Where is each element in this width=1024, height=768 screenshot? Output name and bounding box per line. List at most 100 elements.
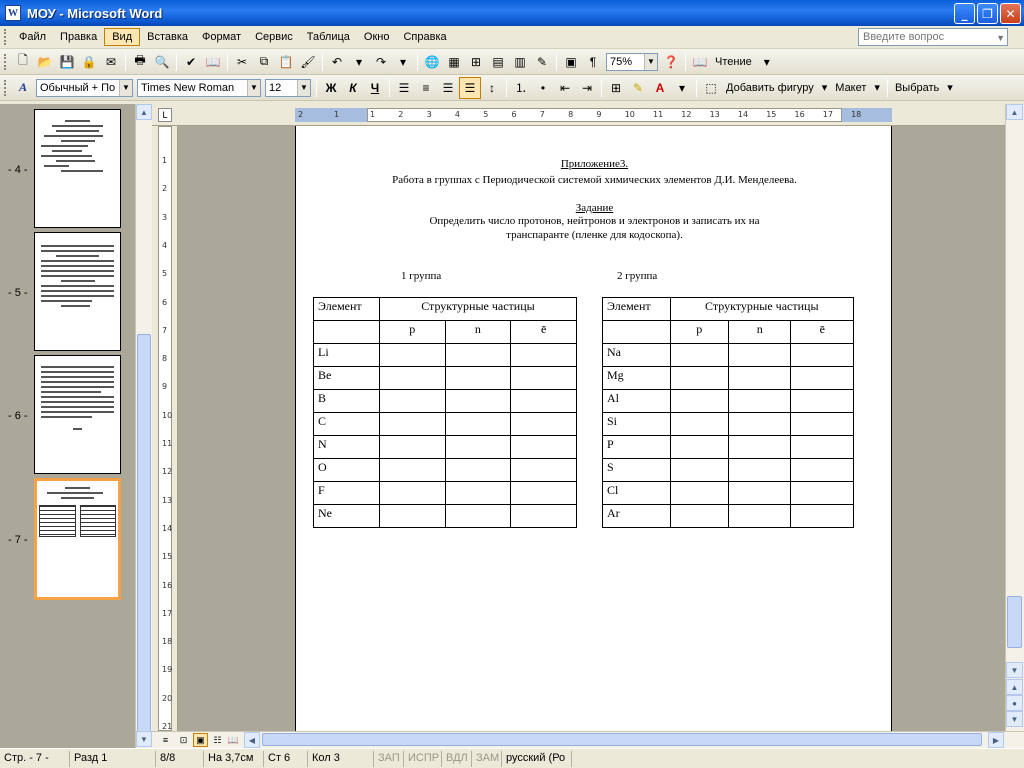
insert-excel-icon[interactable]: ▤ [487,51,509,73]
thumbnails-scrollbar[interactable]: ▲ ▼ [135,104,152,748]
empty-cell[interactable] [727,458,792,482]
horizontal-scrollbar[interactable]: ≡ ⊡ ▣ ☷ 📖 ◀ ▶ [152,731,1024,748]
columns-icon[interactable]: ▥ [509,51,531,73]
empty-cell[interactable] [669,366,729,390]
copy-icon[interactable]: ⧉ [253,51,275,73]
menu-edit[interactable]: Правка [53,29,104,45]
empty-cell[interactable] [378,366,446,390]
empty-cell[interactable] [790,412,854,436]
cut-icon[interactable]: ✂ [231,51,253,73]
scroll-thumb[interactable] [137,334,151,744]
empty-cell[interactable] [444,458,512,482]
help-icon[interactable]: ❓ [660,51,682,73]
scroll-down-icon[interactable]: ▼ [136,731,152,747]
font-color-icon[interactable]: A [649,77,671,99]
chevron-down-icon[interactable]: ▼ [996,33,1005,43]
bullets-icon[interactable]: • [532,77,554,99]
empty-cell[interactable] [669,389,729,413]
minimize-button[interactable]: _ [954,3,975,24]
menu-insert[interactable]: Вставка [140,29,195,45]
thumbnail-page-6[interactable] [34,355,121,474]
empty-cell[interactable] [727,412,792,436]
print-layout-icon[interactable]: ▣ [193,733,208,747]
empty-cell[interactable] [669,435,729,459]
format-painter-icon[interactable]: 🖌 [297,51,319,73]
empty-cell[interactable] [727,481,792,505]
menu-file[interactable]: Файл [12,29,53,45]
menu-window[interactable]: Окно [357,29,397,45]
scroll-up-icon[interactable]: ▲ [1006,104,1023,120]
previous-page-icon[interactable]: ▲ [1006,679,1023,695]
empty-cell[interactable] [510,389,577,413]
empty-cell[interactable] [444,343,512,367]
scroll-right-icon[interactable]: ▶ [988,732,1004,748]
empty-cell[interactable] [727,343,792,367]
save-icon[interactable]: 💾 [56,51,78,73]
chevron-down-icon[interactable]: ▾ [870,81,884,94]
empty-cell[interactable] [510,435,577,459]
thumbnail-page-7[interactable] [34,478,121,600]
research-icon[interactable]: 📖 [202,51,224,73]
chevron-down-icon[interactable]: ▼ [297,79,310,96]
hyperlink-icon[interactable]: 🌐 [421,51,443,73]
empty-cell[interactable] [669,458,729,482]
underline-button[interactable]: Ч [364,77,386,99]
undo-icon[interactable]: ↶ [326,51,348,73]
empty-cell[interactable] [727,435,792,459]
style-select[interactable]: Обычный + По ц ▼ [36,78,133,97]
help-search-input[interactable]: Введите вопрос ▼ [858,28,1008,46]
empty-cell[interactable] [378,343,446,367]
empty-cell[interactable] [669,504,729,528]
thumbnail-page-5[interactable] [34,232,121,351]
status-extend[interactable]: ВДЛ [442,750,472,767]
document-map-icon[interactable]: ▣ [560,51,582,73]
status-rec[interactable]: ЗАП [374,750,404,767]
scroll-thumb[interactable] [1007,596,1022,648]
toolbar-grip[interactable] [4,53,8,70]
horizontal-ruler[interactable]: L 2 1 1 2 3 4 5 6 7 8 9 10 11 12 13 14 15 16 17 18 [152,104,1005,126]
align-left-icon[interactable]: ☰ [393,77,415,99]
select-button[interactable]: Выбрать [891,82,943,94]
empty-cell[interactable] [378,435,446,459]
empty-cell[interactable] [444,366,512,390]
diagram-icon[interactable]: ⬚ [700,77,722,99]
bold-button[interactable]: Ж [320,77,342,99]
empty-cell[interactable] [444,389,512,413]
empty-cell[interactable] [444,412,512,436]
status-overtype[interactable]: ЗАМ [472,750,502,767]
toolbar-options-icon[interactable]: ▾ [671,77,693,99]
toolbar-options-icon[interactable]: ▾ [756,51,778,73]
empty-cell[interactable] [510,481,577,505]
tables-borders-icon[interactable]: ▦ [443,51,465,73]
empty-cell[interactable] [727,504,792,528]
open-folder-icon[interactable]: 📂 [34,51,56,73]
tab-selector-icon[interactable]: L [158,108,172,122]
menu-help[interactable]: Справка [396,29,453,45]
empty-cell[interactable] [790,389,854,413]
vertical-ruler[interactable]: 1 2 3 4 5 6 7 8 9 10 11 12 13 14 15 16 17 18 19 20 21 [152,126,178,731]
empty-cell[interactable] [727,389,792,413]
outline-view-icon[interactable]: ☷ [210,733,225,747]
empty-cell[interactable] [510,366,577,390]
empty-cell[interactable] [444,481,512,505]
scroll-down-icon[interactable]: ▼ [1006,662,1023,678]
word-app-icon[interactable]: W [5,5,21,21]
close-button[interactable]: ✕ [1000,3,1021,24]
empty-cell[interactable] [790,366,854,390]
empty-cell[interactable] [510,504,577,528]
font-size-select[interactable]: 12 ▼ [265,78,311,97]
document-scrollbar[interactable]: ▲ ▼ ▲ ● ▼ [1005,104,1024,731]
reading-view-icon[interactable]: 📖 [226,733,241,747]
print-icon[interactable]: 🖶 [129,51,151,73]
align-center-icon[interactable]: ≡ [415,77,437,99]
menu-table[interactable]: Таблица [300,29,357,45]
numbering-icon[interactable]: ⒈ [510,77,532,99]
chevron-down-icon[interactable]: ▼ [119,79,132,96]
empty-cell[interactable] [669,481,729,505]
scroll-left-icon[interactable]: ◀ [244,732,260,748]
empty-cell[interactable] [510,412,577,436]
show-formatting-icon[interactable]: ¶ [582,51,604,73]
italic-button[interactable]: К [342,77,364,99]
decrease-indent-icon[interactable]: ⇤ [554,77,576,99]
align-right-icon[interactable]: ☰ [437,77,459,99]
